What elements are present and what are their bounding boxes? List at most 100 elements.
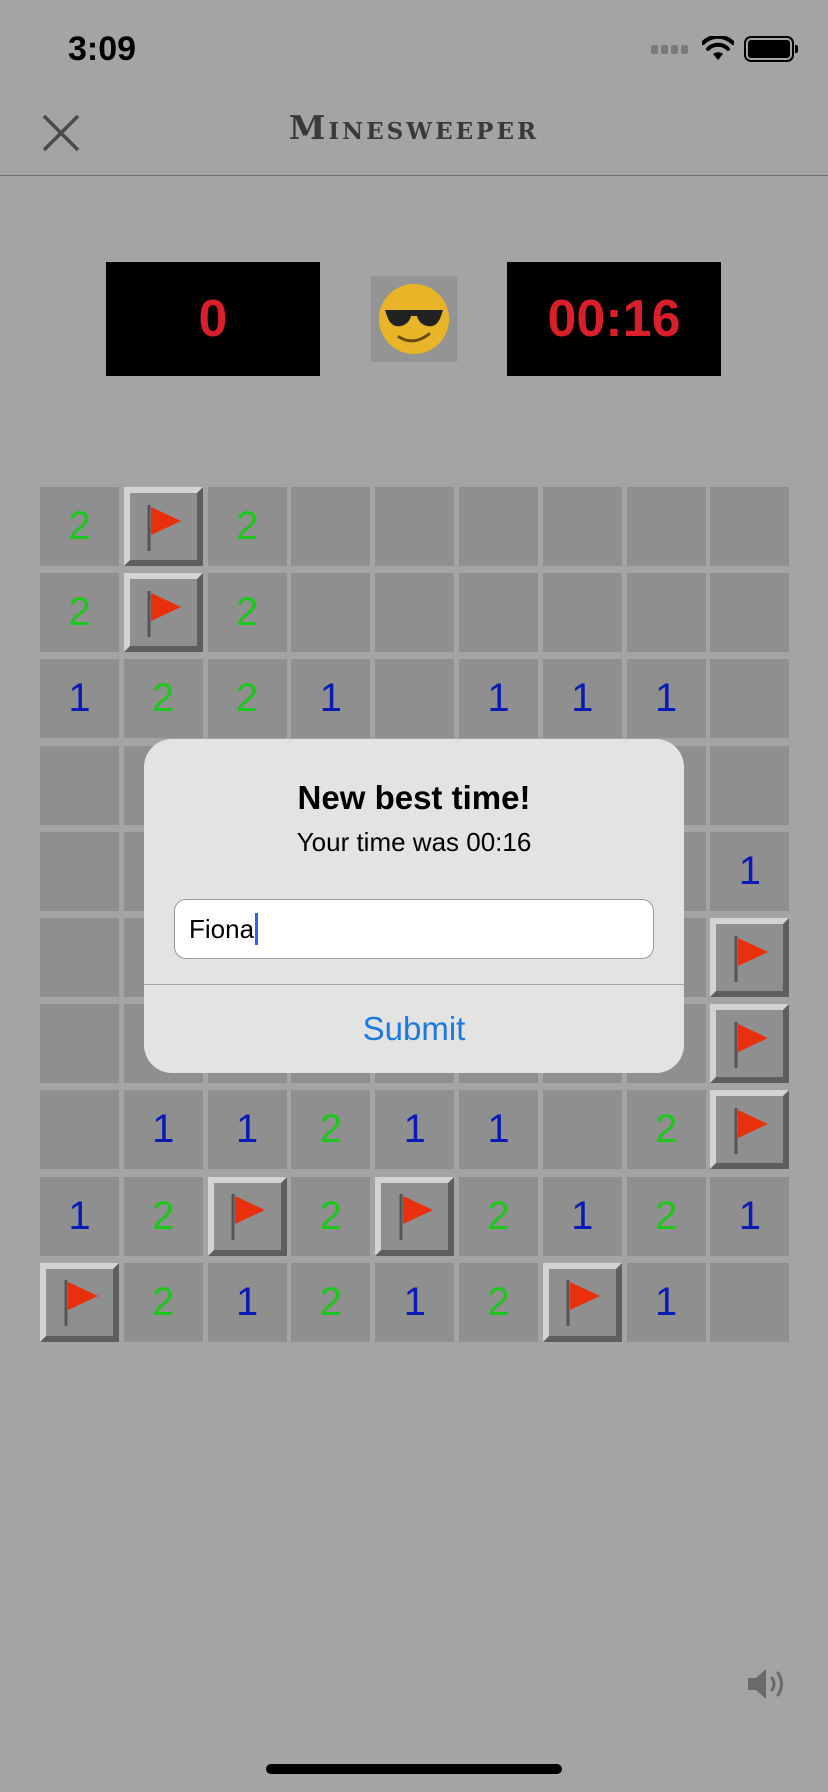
battery-icon xyxy=(744,36,798,62)
number-cell[interactable]: 2 xyxy=(626,1090,706,1170)
cell-number: 1 xyxy=(571,1193,594,1238)
number-cell[interactable]: 1 xyxy=(207,1090,287,1170)
empty-cell[interactable] xyxy=(542,487,622,566)
number-cell[interactable]: 1 xyxy=(626,1262,706,1342)
empty-cell[interactable] xyxy=(459,487,538,566)
cell-number: 2 xyxy=(487,1279,510,1324)
flag-icon xyxy=(734,1107,768,1154)
empty-cell[interactable] xyxy=(375,487,455,566)
empty-cell[interactable] xyxy=(710,487,790,566)
number-cell[interactable]: 1 xyxy=(40,659,119,739)
number-cell[interactable]: 1 xyxy=(375,1262,455,1342)
cell-number: 2 xyxy=(319,1107,343,1152)
empty-cell[interactable] xyxy=(40,1090,119,1170)
sound-toggle-button[interactable] xyxy=(744,1664,792,1704)
empty-cell[interactable] xyxy=(40,1004,119,1084)
alert-message: Your time was 00:16 xyxy=(296,827,532,857)
cell-number: 1 xyxy=(738,848,762,893)
empty-cell[interactable] xyxy=(710,659,790,739)
flagged-cell[interactable] xyxy=(710,1004,790,1084)
timer: 00:16 xyxy=(507,262,721,376)
number-cell[interactable]: 2 xyxy=(123,1262,203,1342)
number-cell[interactable]: 1 xyxy=(542,1176,622,1256)
number-cell[interactable]: 1 xyxy=(710,1176,790,1256)
flagged-cell[interactable] xyxy=(123,487,203,566)
cell-number: 2 xyxy=(152,676,175,721)
cell-number: 2 xyxy=(152,1193,175,1238)
empty-cell[interactable] xyxy=(626,573,706,653)
empty-cell[interactable] xyxy=(710,745,790,825)
number-cell[interactable]: 1 xyxy=(542,659,622,739)
number-cell[interactable]: 2 xyxy=(291,1090,371,1170)
status-icons xyxy=(651,36,798,62)
flag-icon xyxy=(734,1021,768,1068)
flag-icon xyxy=(147,504,182,551)
empty-cell[interactable] xyxy=(459,573,538,653)
empty-cell[interactable] xyxy=(710,573,790,653)
number-cell[interactable]: 2 xyxy=(123,1176,203,1256)
number-cell[interactable]: 1 xyxy=(710,831,790,911)
cell-number: 2 xyxy=(235,676,259,721)
flagged-cell[interactable] xyxy=(40,1262,119,1342)
name-input[interactable]: Fiona xyxy=(174,899,654,959)
number-cell[interactable]: 1 xyxy=(207,1262,287,1342)
number-cell[interactable]: 2 xyxy=(40,573,119,653)
name-input-value: Fiona xyxy=(189,913,255,944)
submit-button[interactable]: Submit xyxy=(144,985,684,1073)
number-cell[interactable]: 1 xyxy=(123,1090,203,1170)
number-cell[interactable]: 2 xyxy=(207,573,287,653)
empty-cell[interactable] xyxy=(626,487,706,566)
text-caret xyxy=(255,913,259,945)
empty-cell[interactable] xyxy=(40,918,119,997)
sunglasses-face-icon xyxy=(379,284,449,354)
number-cell[interactable]: 2 xyxy=(459,1262,538,1342)
flagged-cell[interactable] xyxy=(207,1176,287,1256)
cell-number: 2 xyxy=(487,1193,510,1238)
number-cell[interactable]: 2 xyxy=(459,1176,538,1256)
number-cell[interactable]: 2 xyxy=(207,487,287,566)
flagged-cell[interactable] xyxy=(542,1262,622,1342)
cell-number: 1 xyxy=(68,676,91,721)
empty-cell[interactable] xyxy=(40,831,119,911)
number-cell[interactable]: 1 xyxy=(459,659,538,739)
empty-cell[interactable] xyxy=(40,745,119,825)
number-cell[interactable]: 2 xyxy=(291,1176,371,1256)
cell-number: 1 xyxy=(571,676,594,721)
number-cell[interactable]: 1 xyxy=(626,659,706,739)
number-cell[interactable]: 2 xyxy=(291,1262,371,1342)
status-time: 3:09 xyxy=(68,30,137,68)
cell-number: 1 xyxy=(487,676,510,721)
empty-cell[interactable] xyxy=(542,573,622,653)
flagged-cell[interactable] xyxy=(375,1176,455,1256)
empty-cell[interactable] xyxy=(375,573,455,653)
number-cell[interactable]: 2 xyxy=(626,1176,706,1256)
cell-number: 2 xyxy=(235,504,259,548)
empty-cell[interactable] xyxy=(375,659,455,739)
cell-number: 2 xyxy=(152,1279,175,1324)
flagged-cell[interactable] xyxy=(710,918,790,997)
empty-cell[interactable] xyxy=(710,1262,790,1342)
number-cell[interactable]: 2 xyxy=(40,487,119,566)
cell-number: 1 xyxy=(403,1279,426,1324)
number-cell[interactable]: 2 xyxy=(207,659,287,739)
flag-icon xyxy=(566,1280,601,1327)
cell-number: 1 xyxy=(319,676,343,721)
number-cell[interactable]: 1 xyxy=(291,659,371,739)
number-cell[interactable]: 1 xyxy=(375,1090,455,1170)
home-indicator xyxy=(266,1764,562,1774)
flagged-cell[interactable] xyxy=(123,573,203,653)
empty-cell[interactable] xyxy=(291,573,371,653)
empty-cell[interactable] xyxy=(542,1090,622,1170)
face-button[interactable] xyxy=(371,276,457,362)
cell-number: 1 xyxy=(403,1107,426,1152)
cell-number: 1 xyxy=(487,1107,510,1152)
cell-number: 2 xyxy=(68,590,91,635)
flagged-cell[interactable] xyxy=(710,1090,790,1170)
cell-number: 1 xyxy=(654,676,678,721)
cell-number: 2 xyxy=(654,1193,678,1238)
number-cell[interactable]: 2 xyxy=(123,659,203,739)
number-cell[interactable]: 1 xyxy=(40,1176,119,1256)
empty-cell[interactable] xyxy=(291,487,371,566)
number-cell[interactable]: 1 xyxy=(459,1090,538,1170)
flag-icon xyxy=(147,590,182,637)
